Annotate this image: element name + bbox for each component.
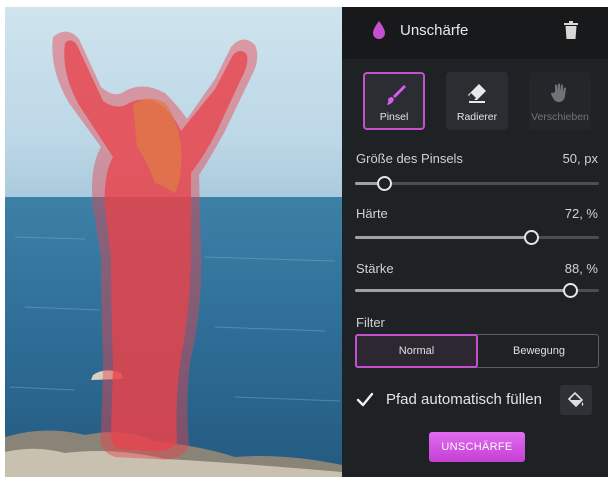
strength-label: Stärke xyxy=(356,261,394,276)
brush-size-slider-thumb[interactable] xyxy=(377,176,393,191)
strength-slider-thumb[interactable] xyxy=(562,283,578,298)
brush-size-slider[interactable] xyxy=(355,176,599,191)
trash-icon[interactable] xyxy=(564,21,578,39)
eraser-icon xyxy=(468,84,486,103)
photo-with-mask xyxy=(5,7,342,477)
filter-label: Filter xyxy=(356,315,385,330)
hardness-label: Härte xyxy=(356,206,388,221)
tool-move-label: Verschieben xyxy=(531,111,589,123)
filter-motion-button[interactable]: Bewegung xyxy=(478,334,600,368)
check-icon xyxy=(356,392,374,407)
strength-value: 88, % xyxy=(564,261,598,276)
auto-fill-checkbox[interactable] xyxy=(355,390,375,410)
photo-canvas[interactable] xyxy=(5,7,342,477)
tool-brush-label: Pinsel xyxy=(379,111,409,123)
hardness-value: 72, % xyxy=(564,206,598,221)
blur-tool-panel: Unschärfe Pinsel Radierer Verschieben Gr… xyxy=(342,7,608,477)
panel-header: Unschärfe xyxy=(342,7,608,59)
filter-segmented-control: Normal Bewegung xyxy=(355,334,599,368)
paint-bucket-icon xyxy=(567,391,584,408)
tool-move-button[interactable]: Verschieben xyxy=(529,72,591,130)
tool-eraser-label: Radierer xyxy=(456,111,498,123)
hardness-slider-fill xyxy=(355,236,531,239)
tool-eraser-button[interactable]: Radierer xyxy=(446,72,508,130)
drop-icon xyxy=(373,21,385,39)
strength-slider-fill xyxy=(355,289,570,292)
panel-title: Unschärfe xyxy=(400,22,469,39)
auto-fill-label: Pfad automatisch füllen xyxy=(386,391,542,408)
brush-size-label: Größe des Pinsels xyxy=(356,151,463,166)
brush-size-value: 50, px xyxy=(562,151,598,166)
auto-fill-button[interactable] xyxy=(560,385,592,415)
brush-icon xyxy=(387,85,406,105)
apply-blur-button[interactable]: UNSCHÄRFE xyxy=(429,432,525,462)
strength-slider[interactable] xyxy=(355,283,599,298)
hand-icon xyxy=(551,83,566,102)
hardness-slider-thumb[interactable] xyxy=(523,230,539,245)
tool-brush-button[interactable]: Pinsel xyxy=(363,72,425,130)
filter-normal-button[interactable]: Normal xyxy=(355,334,478,368)
hardness-slider[interactable] xyxy=(355,230,599,245)
